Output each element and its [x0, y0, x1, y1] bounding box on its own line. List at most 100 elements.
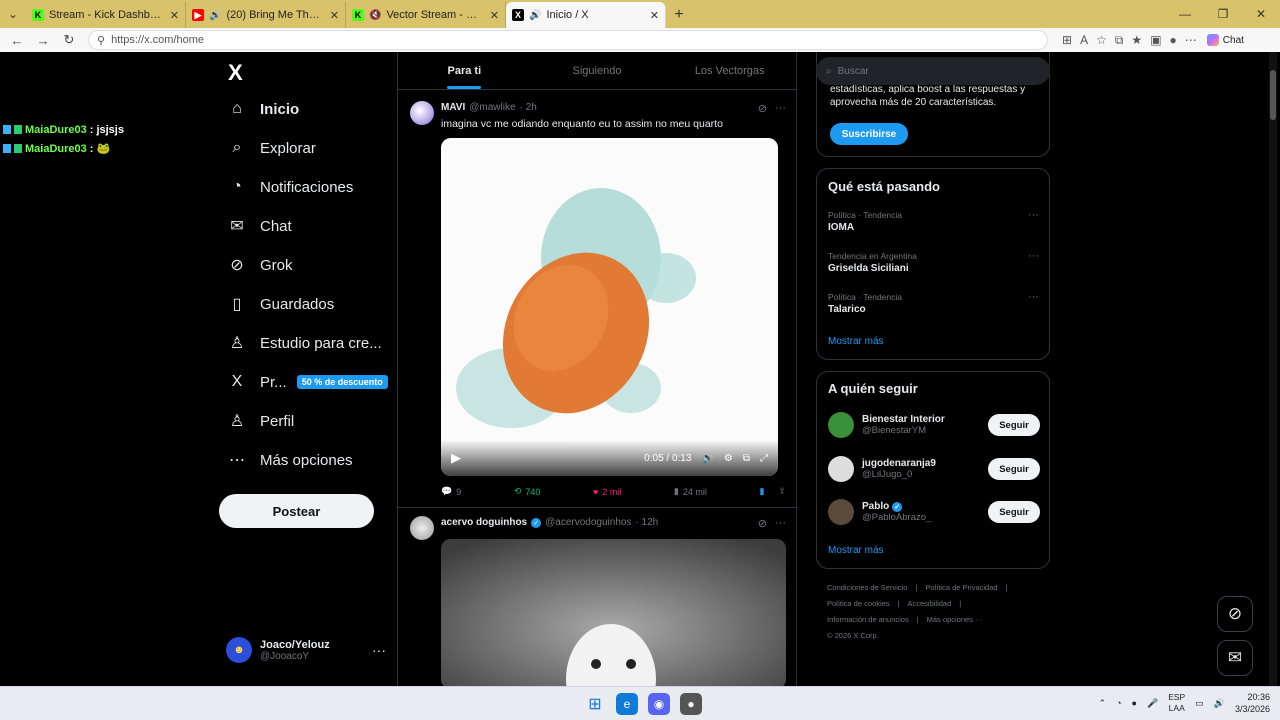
tab-following[interactable]: Siguiendo	[531, 52, 664, 89]
pip-icon[interactable]: ⧉	[743, 453, 750, 464]
url-field[interactable]: ⚲ https://x.com/home	[88, 30, 1048, 50]
bookmark-icon[interactable]: ▮	[759, 486, 764, 497]
favorites-icon[interactable]: ★	[1131, 33, 1142, 47]
show-more-link[interactable]: Mostrar más	[828, 336, 884, 347]
messages-fab-icon[interactable]: ✉	[1217, 640, 1253, 676]
footer-link[interactable]: Condiciones de Servicio	[827, 583, 907, 592]
repost-button[interactable]: ⟲ 740	[514, 486, 541, 497]
profile-icon[interactable]: ●	[1170, 33, 1177, 47]
nav-chat[interactable]: ✉ Chat	[228, 217, 291, 236]
play-icon[interactable]: ▶	[451, 450, 461, 466]
follow-suggestion[interactable]: Pablo ✓ @PabloAbrazo_ Seguir	[828, 499, 1040, 525]
clock[interactable]: 20:36 3/3/2026	[1235, 691, 1270, 715]
reload-icon[interactable]: ↻	[58, 29, 80, 51]
ellipsis-icon[interactable]: ···	[372, 642, 386, 658]
site-info-icon[interactable]: ⚲	[97, 34, 105, 47]
fullscreen-icon[interactable]: ⤢	[760, 453, 768, 464]
browser-tab[interactable]: K Stream - Kick Dashboard ✕	[26, 2, 186, 28]
search-input[interactable]: ⌕ Buscar	[816, 57, 1050, 85]
edge-browser-icon[interactable]: e	[616, 693, 638, 715]
nav-grok[interactable]: ⊘ Grok	[228, 256, 292, 275]
network-icon[interactable]: ▭	[1195, 698, 1204, 709]
ellipsis-icon[interactable]: ···	[775, 102, 786, 115]
nav-premium[interactable]: X Pr... 50 % de descuento	[228, 373, 388, 391]
back-icon[interactable]: ←	[6, 29, 28, 51]
account-switcher[interactable]: ☻ Joaco/Yelouz @JooacoY ···	[226, 637, 386, 663]
grok-icon[interactable]: ⊘	[758, 102, 767, 115]
trend-item[interactable]: Talarico	[828, 304, 866, 315]
windows-start-icon[interactable]: ⊞	[584, 693, 606, 715]
extensions-icon[interactable]: ⧉	[1115, 33, 1124, 48]
microphone-icon[interactable]: 🎤	[1147, 698, 1158, 709]
minimize-icon[interactable]: —	[1166, 0, 1204, 28]
footer-link[interactable]: Información de anuncios	[827, 615, 909, 624]
close-tab-icon[interactable]: ✕	[170, 9, 179, 22]
avatar[interactable]	[410, 101, 434, 125]
discord-icon[interactable]: ◉	[648, 693, 670, 715]
views-button[interactable]: ▮ 24 mil	[674, 486, 707, 497]
show-more-link[interactable]: Mostrar más	[828, 545, 884, 556]
tweet-time[interactable]: · 12h	[635, 517, 658, 528]
scrollbar-thumb[interactable]	[1270, 70, 1276, 120]
x-logo-icon[interactable]: X	[228, 60, 243, 86]
tab-actions-menu-icon[interactable]: ⌄	[0, 0, 26, 28]
tweet-author-handle[interactable]: @acervodoguinhos	[545, 517, 631, 528]
close-window-icon[interactable]: ✕	[1242, 0, 1280, 28]
footer-link[interactable]: Más opciones ···	[927, 615, 983, 624]
volume-icon[interactable]: 🔊	[1214, 698, 1225, 709]
chevron-up-icon[interactable]: ⌃	[1099, 698, 1107, 709]
avatar[interactable]	[410, 516, 434, 540]
copilot-button[interactable]: Chat	[1206, 34, 1244, 46]
tweet-author-name[interactable]: MAVI	[441, 102, 465, 113]
more-icon[interactable]: ⋯	[1185, 33, 1197, 47]
speaker-icon[interactable]: 🔊	[209, 10, 221, 21]
read-aloud-icon[interactable]: A	[1080, 33, 1088, 47]
tweet[interactable]: acervo doguinhos ✓ @acervodoguinhos · 12…	[398, 508, 796, 686]
follow-button[interactable]: Seguir	[988, 501, 1040, 523]
grok-fab-icon[interactable]: ⊘	[1217, 596, 1253, 632]
tab-for-you[interactable]: Para ti	[398, 52, 531, 89]
like-button[interactable]: ♥ 2 mil	[593, 487, 621, 497]
new-tab-button[interactable]: +	[666, 2, 692, 28]
nav-home[interactable]: ⌂ Inicio	[228, 100, 299, 118]
post-button[interactable]: Postear	[219, 494, 374, 528]
volume-icon[interactable]: 🔊	[701, 453, 713, 464]
follow-suggestion[interactable]: jugodenaranja9 @LilJugo_0 Seguir	[828, 456, 1040, 482]
ellipsis-icon[interactable]: ···	[1028, 291, 1039, 303]
tweet-time[interactable]: · 2h	[520, 102, 537, 113]
nav-bookmarks[interactable]: ▯ Guardados	[228, 295, 335, 314]
nav-profile[interactable]: ♙ Perfil	[228, 412, 294, 431]
collections-icon[interactable]: ▣	[1150, 33, 1161, 47]
tweet-video[interactable]: ▶ 0:05 / 0:13 🔊 ⚙ ⧉ ⤢	[441, 138, 778, 476]
trend-item[interactable]: Griselda Siciliani	[828, 263, 909, 274]
favorite-star-icon[interactable]: ☆	[1096, 33, 1107, 47]
footer-link[interactable]: Política de Privacidad	[925, 583, 997, 592]
footer-link[interactable]: Accesibilidad	[908, 599, 952, 608]
follow-button[interactable]: Seguir	[988, 458, 1040, 480]
apps-icon[interactable]: ⊞	[1062, 33, 1072, 47]
reply-button[interactable]: 💬 9	[441, 486, 461, 497]
speaker-icon[interactable]: 🔊	[529, 10, 541, 21]
browser-tab-active[interactable]: X 🔊 Inicio / X ✕	[506, 2, 666, 28]
tray-app-icon[interactable]: ◔	[1116, 698, 1121, 708]
nav-creator-studio[interactable]: ♙ Estudio para cre...	[228, 334, 382, 353]
nav-notifications[interactable]: ◔ Notificaciones	[228, 178, 353, 196]
tweet-author-name[interactable]: acervo doguinhos	[441, 517, 527, 528]
browser-tab[interactable]: K 🔇 Vector Stream - Watch Live on ✕	[346, 2, 506, 28]
muted-speaker-icon[interactable]: 🔇	[369, 10, 381, 21]
obs-icon[interactable]: ●	[680, 693, 702, 715]
close-tab-icon[interactable]: ✕	[650, 9, 659, 22]
trend-item[interactable]: IOMA	[828, 222, 854, 233]
settings-icon[interactable]: ⚙	[724, 453, 733, 464]
tweet-author-handle[interactable]: @mawlike	[469, 102, 515, 113]
close-tab-icon[interactable]: ✕	[330, 9, 339, 22]
tab-list[interactable]: Los Vectorgas	[663, 52, 796, 89]
tray-app-icon[interactable]: ●	[1132, 698, 1137, 708]
nav-explore[interactable]: ⌕ Explorar	[228, 139, 316, 157]
subscribe-button[interactable]: Suscribirse	[830, 123, 908, 145]
language-indicator[interactable]: ESP LAA	[1168, 692, 1185, 714]
grok-icon[interactable]: ⊘	[758, 517, 767, 530]
forward-icon[interactable]: →	[32, 29, 54, 51]
restore-icon[interactable]: ❐	[1204, 0, 1242, 28]
follow-button[interactable]: Seguir	[988, 414, 1040, 436]
